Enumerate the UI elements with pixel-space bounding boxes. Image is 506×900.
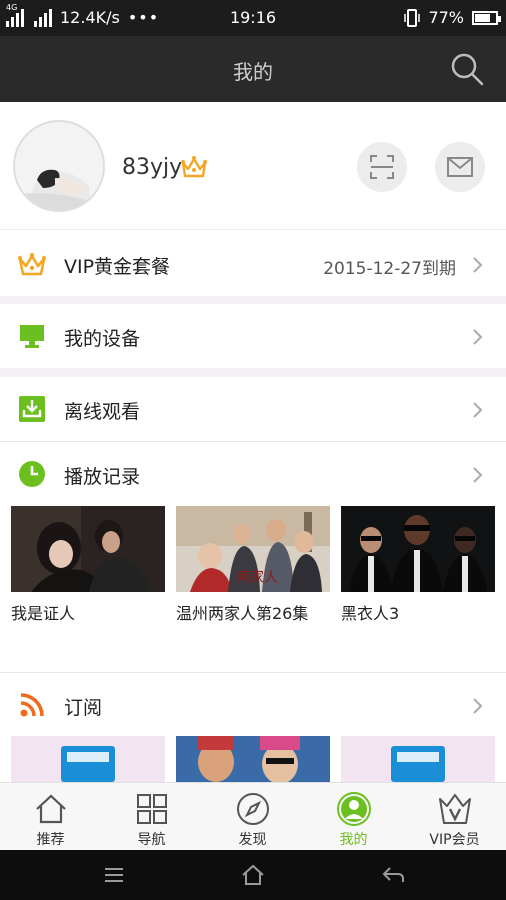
section-gap bbox=[0, 296, 506, 304]
monitor-icon bbox=[20, 325, 44, 348]
compass-icon bbox=[236, 793, 269, 825]
history-list: 我是证人 两家人 温州两家人第26集 黑衣人3 bbox=[0, 506, 506, 626]
chevron-right-icon bbox=[473, 257, 483, 273]
tab-label: 导航 bbox=[137, 832, 166, 848]
home-nav-icon[interactable] bbox=[240, 862, 266, 888]
video-thumbnail: 两家人 bbox=[176, 506, 330, 592]
clock-icon bbox=[19, 461, 45, 487]
back-icon[interactable] bbox=[380, 862, 406, 888]
system-nav-bar bbox=[0, 850, 506, 900]
history-item[interactable]: 我是证人 bbox=[11, 506, 165, 624]
status-bar: 4G 12.4K/s ••• 19:16 77% bbox=[0, 0, 506, 36]
profile-card: 83yjy bbox=[0, 102, 506, 230]
scan-icon bbox=[370, 155, 394, 179]
tab-label: 发现 bbox=[238, 832, 267, 848]
tab-label: 推荐 bbox=[36, 832, 65, 848]
envelope-icon bbox=[447, 157, 473, 177]
bottom-tab-bar: 推荐 导航 发现 我的 VIP会员 bbox=[0, 782, 506, 850]
grid-icon bbox=[136, 794, 167, 824]
crown-icon bbox=[18, 253, 46, 276]
history-item-title: 我是证人 bbox=[11, 604, 76, 623]
history-item-title: 温州两家人第26集 bbox=[176, 604, 309, 623]
battery-fill bbox=[475, 13, 490, 22]
video-thumbnail bbox=[341, 506, 495, 592]
tab-label: 我的 bbox=[339, 832, 368, 848]
vip-expiry: 2015-12-27到期 bbox=[323, 259, 456, 279]
menu-icon[interactable] bbox=[101, 862, 127, 888]
download-icon bbox=[19, 396, 45, 422]
messages-button[interactable] bbox=[435, 142, 485, 192]
app-header: 我的 bbox=[0, 36, 506, 102]
offline-viewing-row[interactable]: 离线观看 bbox=[0, 377, 506, 441]
my-devices-row[interactable]: 我的设备 bbox=[0, 304, 506, 368]
play-history-row[interactable]: 播放记录 bbox=[0, 442, 506, 506]
vip-package-label: VIP黄金套餐 bbox=[64, 256, 171, 278]
username: 83yjy bbox=[122, 155, 183, 180]
section-gap bbox=[0, 368, 506, 377]
play-history-label: 播放记录 bbox=[64, 466, 141, 488]
subscription-list bbox=[0, 736, 506, 782]
history-item[interactable]: 黑衣人3 bbox=[341, 506, 495, 624]
video-thumbnail bbox=[11, 506, 165, 592]
tab-navigation[interactable]: 导航 bbox=[101, 783, 202, 851]
history-item-title: 黑衣人3 bbox=[341, 604, 400, 623]
subscription-item[interactable] bbox=[341, 736, 495, 782]
tab-label: VIP会员 bbox=[429, 832, 480, 848]
vip-crown-icon bbox=[438, 794, 471, 824]
battery-percent: 77% bbox=[428, 8, 464, 27]
page-title: 我的 bbox=[233, 60, 273, 84]
chevron-right-icon bbox=[473, 698, 483, 714]
history-item[interactable]: 两家人 温州两家人第26集 bbox=[176, 506, 330, 624]
offline-viewing-label: 离线观看 bbox=[64, 401, 141, 423]
rss-icon bbox=[20, 693, 44, 717]
avatar[interactable] bbox=[13, 120, 105, 212]
home-icon bbox=[35, 794, 66, 824]
subscription-item[interactable] bbox=[176, 736, 330, 782]
my-devices-label: 我的设备 bbox=[64, 328, 141, 350]
vibrate-icon bbox=[404, 8, 421, 27]
search-icon[interactable] bbox=[450, 52, 484, 86]
vip-package-row[interactable]: VIP黄金套餐 2015-12-27到期 bbox=[0, 232, 506, 296]
svg-text:两家人: 两家人 bbox=[236, 569, 278, 586]
chevron-right-icon bbox=[473, 402, 483, 418]
subscription-item[interactable] bbox=[11, 736, 165, 782]
vip-crown-icon bbox=[181, 156, 207, 178]
battery-icon bbox=[472, 10, 501, 25]
tab-mine[interactable]: 我的 bbox=[303, 783, 404, 851]
tab-discover[interactable]: 发现 bbox=[202, 783, 303, 851]
chevron-right-icon bbox=[473, 329, 483, 345]
chevron-right-icon bbox=[473, 467, 483, 483]
tab-vip[interactable]: VIP会员 bbox=[404, 783, 505, 851]
subscription-label: 订阅 bbox=[64, 697, 103, 719]
user-icon bbox=[336, 792, 371, 826]
tab-recommend[interactable]: 推荐 bbox=[0, 783, 101, 851]
scan-button[interactable] bbox=[357, 142, 407, 192]
subscription-row[interactable]: 订阅 bbox=[0, 673, 506, 737]
